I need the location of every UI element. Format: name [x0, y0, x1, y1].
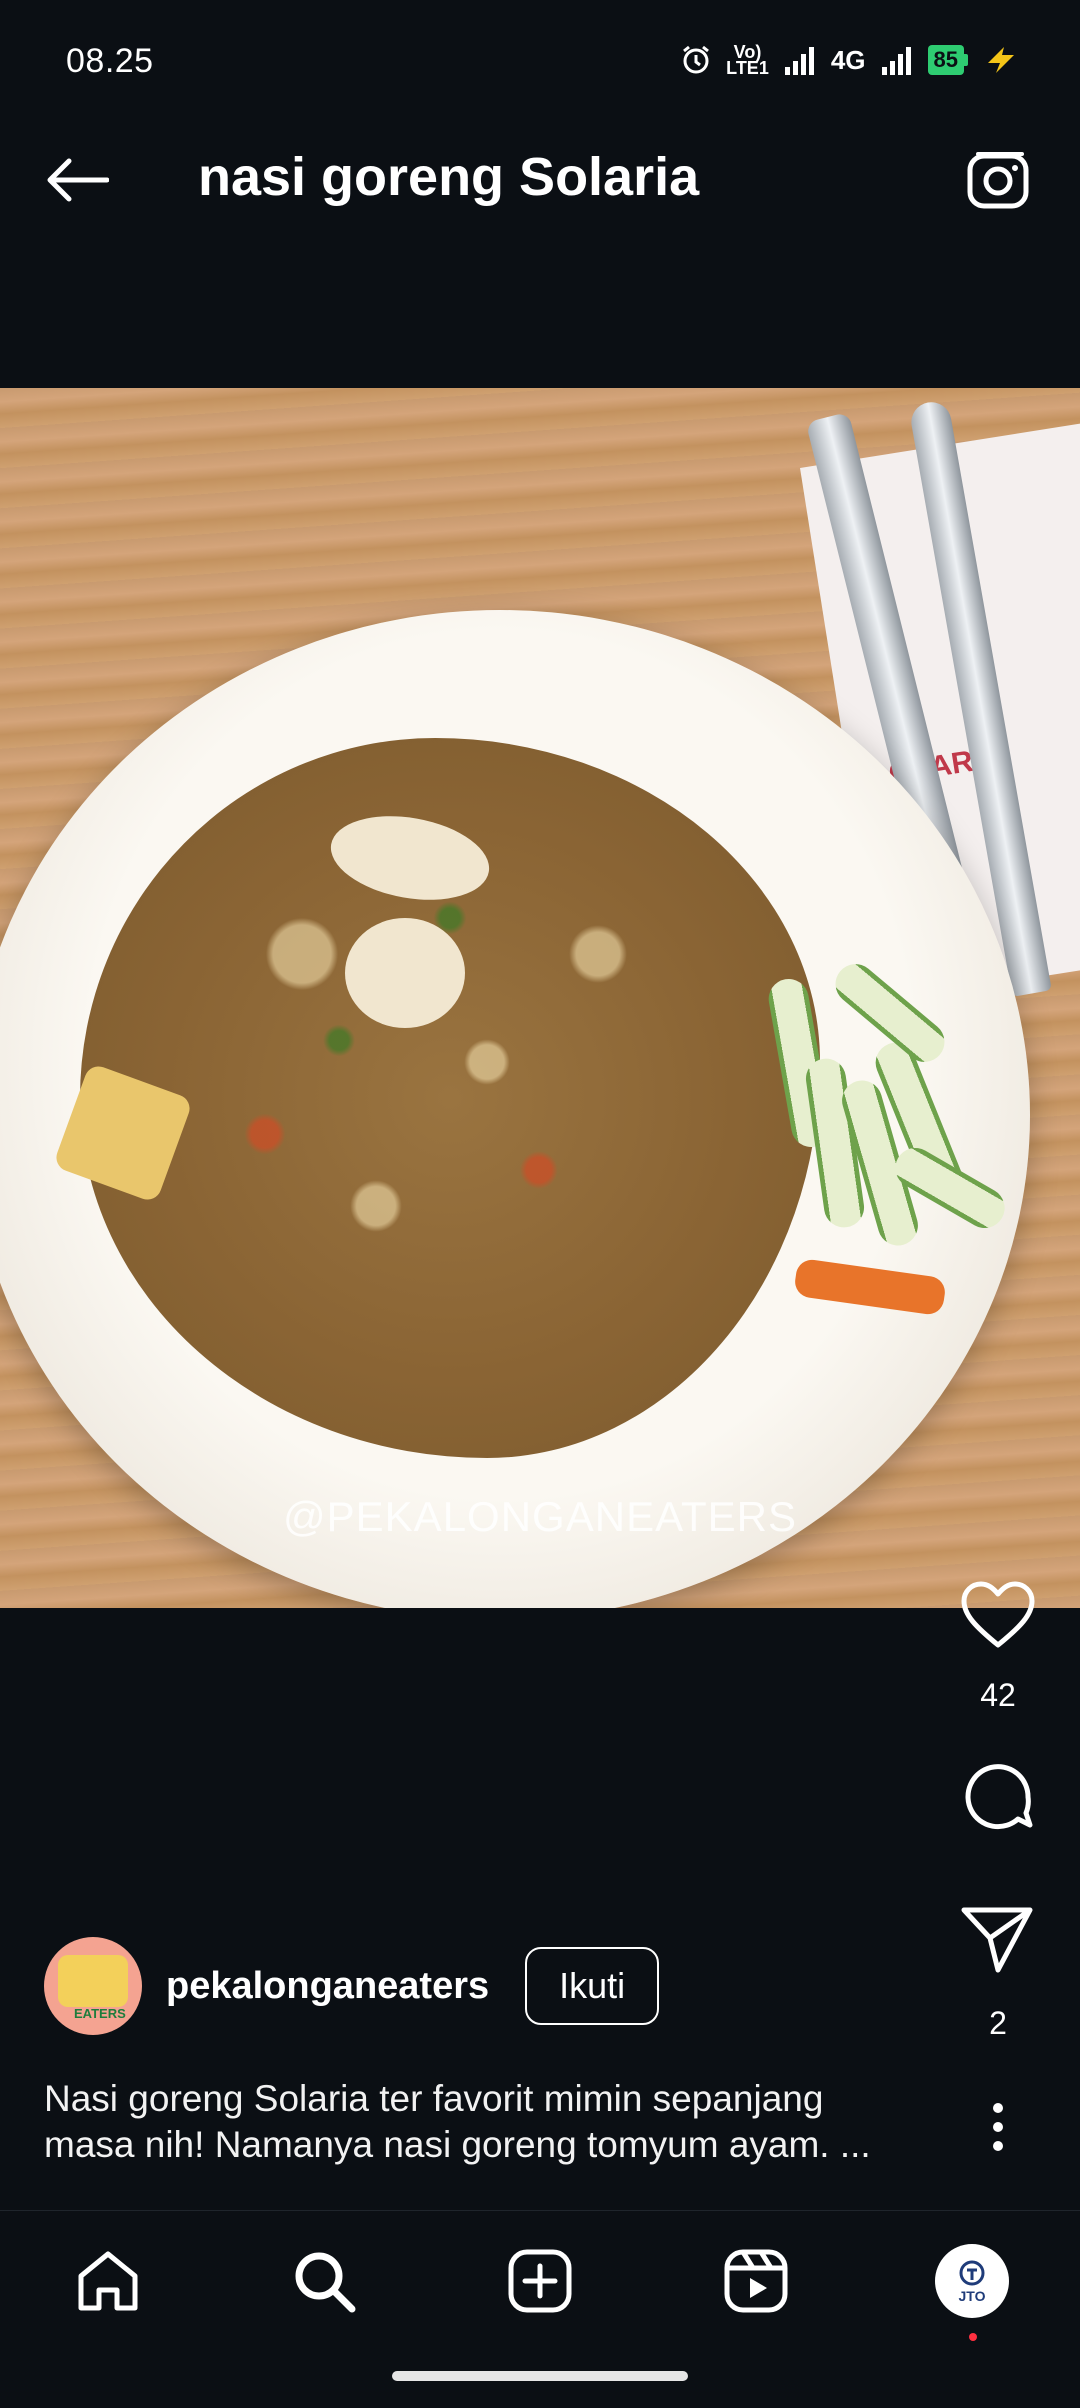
charging-icon	[988, 47, 1014, 73]
battery-icon: 85	[927, 45, 968, 75]
app-header: nasi goreng Solaria	[0, 120, 1080, 240]
like-count: 42	[980, 1677, 1016, 1713]
comment-button[interactable]	[950, 1757, 1046, 1837]
post-caption[interactable]: Nasi goreng Solaria ter favorit mimin se…	[44, 2076, 924, 2168]
notification-dot	[969, 2333, 977, 2341]
alarm-icon	[683, 45, 710, 74]
heart-icon	[961, 1581, 1035, 1648]
volte-icon: Vo) LTE1	[726, 42, 769, 78]
send-icon	[961, 1907, 1033, 1973]
camera-icon	[967, 152, 1029, 209]
plus-square-icon	[508, 2249, 572, 2313]
profile-text: JTO	[958, 2288, 986, 2304]
share-count: 2	[989, 2005, 1007, 2041]
status-icons: Vo) LTE1 4G 85	[680, 40, 1020, 80]
home-icon	[78, 2251, 138, 2311]
battery-level: 85	[927, 45, 964, 75]
page-title: nasi goreng Solaria	[198, 147, 700, 207]
arrow-left-icon	[47, 158, 109, 202]
nav-reels[interactable]	[716, 2241, 796, 2321]
profile-avatar: JTO	[935, 2244, 1009, 2318]
egg-slice	[345, 918, 465, 1028]
back-button[interactable]	[40, 152, 114, 208]
reels-icon	[724, 2249, 788, 2313]
author-username[interactable]: pekalonganeaters	[166, 1965, 489, 2008]
share-button[interactable]	[950, 1899, 1046, 1979]
search-icon	[295, 2252, 356, 2313]
nav-home[interactable]	[68, 2241, 148, 2321]
camera-button[interactable]	[964, 144, 1036, 216]
nav-profile[interactable]: JTO	[932, 2241, 1012, 2341]
profile-logo-icon	[959, 2260, 985, 2286]
more-options-button[interactable]	[950, 2087, 1046, 2167]
status-time: 08.25	[66, 42, 154, 80]
bottom-nav: JTO	[0, 2210, 1080, 2350]
home-indicator[interactable]	[392, 2371, 688, 2381]
network-type: 4G	[830, 44, 866, 75]
nav-search[interactable]	[284, 2241, 364, 2321]
status-bar: 08.25 Vo) LTE1 4G 85	[0, 0, 1080, 100]
author-row: EATERS pekalonganeaters Ikuti	[44, 1936, 660, 2036]
author-avatar[interactable]: EATERS	[44, 1937, 142, 2035]
like-button[interactable]	[950, 1575, 1046, 1655]
more-vertical-icon	[993, 2103, 1003, 2151]
avatar-text: EATERS	[74, 2006, 126, 2021]
follow-button[interactable]: Ikuti	[525, 1947, 660, 2025]
post-photo[interactable]: OLARIA @PEKALONGANEATERS	[0, 388, 1080, 1608]
nav-create[interactable]	[500, 2241, 580, 2321]
signal-2-icon	[881, 47, 911, 75]
photo-watermark: @PEKALONGANEATERS	[283, 1493, 797, 1540]
signal-icon	[784, 47, 814, 75]
comment-icon	[965, 1764, 1033, 1830]
